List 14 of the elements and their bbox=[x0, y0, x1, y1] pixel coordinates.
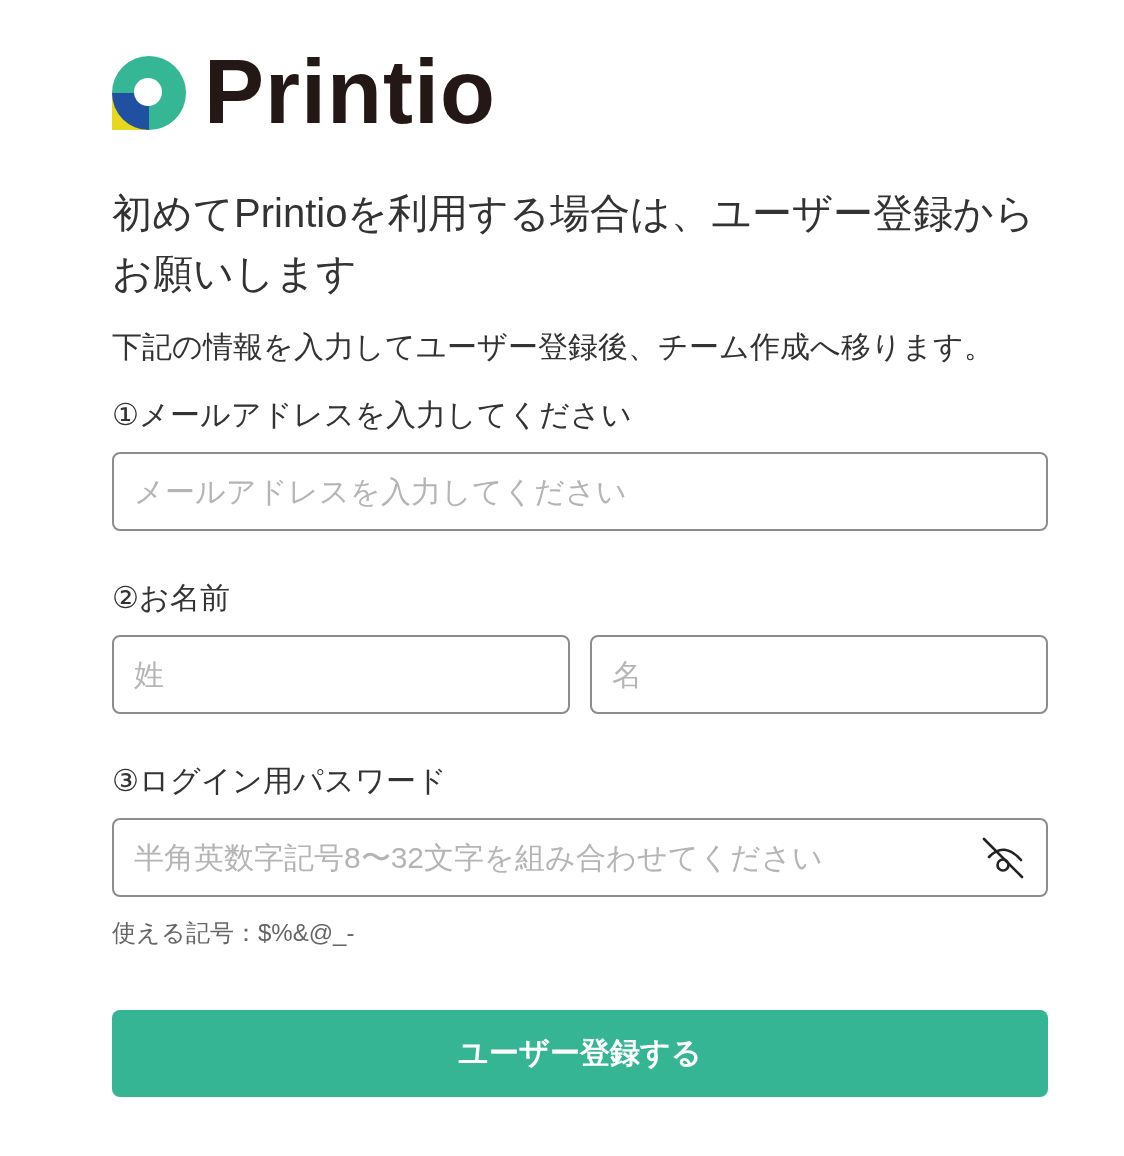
logo-text: Printio bbox=[204, 55, 496, 130]
field-label: ②お名前 bbox=[112, 580, 231, 616]
last-name-field[interactable]: 姓 bbox=[112, 635, 570, 714]
eye-slash-icon[interactable] bbox=[982, 837, 1024, 879]
description-text: 下記の情報を入力してユーザー登録後、チーム作成へ移ります。 bbox=[112, 329, 995, 365]
field-label: ①メールアドレスを入力してください bbox=[112, 397, 633, 433]
register-button[interactable]: ユーザー登録する bbox=[112, 1010, 1048, 1097]
hint-text: 使える記号：$%&@_- bbox=[112, 918, 356, 948]
field-label: ③ログイン用パスワード bbox=[112, 763, 448, 799]
email-field[interactable]: メールアドレスを入力してください bbox=[112, 452, 1048, 531]
page-heading: 初めてPrintioを利用する場合は、ユーザー登録からお願いします bbox=[112, 190, 1037, 297]
password-field[interactable]: 半角英数字記号8〜32文字を組み合わせてください bbox=[112, 818, 1048, 897]
first-name-field[interactable]: 名 bbox=[590, 635, 1048, 714]
logo-icon bbox=[112, 55, 186, 130]
